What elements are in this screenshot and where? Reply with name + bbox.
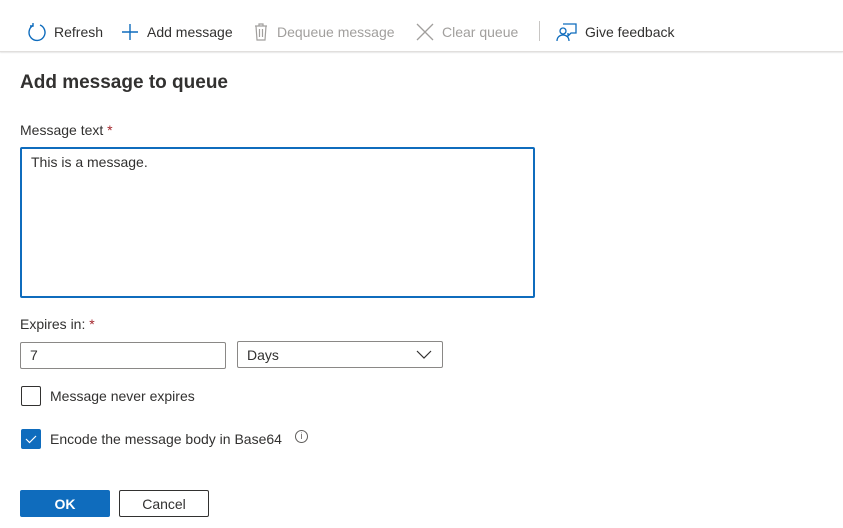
page-title: Add message to queue (20, 72, 228, 93)
unit-value: Days (247, 347, 279, 363)
message-text-input[interactable]: This is a message. (20, 147, 535, 298)
clear-queue-label: Clear queue (442, 24, 519, 40)
expires-value: 7 (30, 347, 38, 363)
base64-label: Encode the message body in Base64 (50, 431, 282, 447)
label-text: Message text (20, 122, 104, 138)
feedback-icon (556, 23, 577, 42)
base64-checkbox[interactable] (21, 429, 41, 449)
ok-button[interactable]: OK (20, 490, 110, 517)
add-message-label: Add message (147, 24, 233, 40)
never-expires-checkbox[interactable] (21, 386, 41, 406)
chevron-down-icon (416, 350, 432, 359)
give-feedback-button[interactable]: Give feedback (556, 20, 675, 44)
checkmark-icon (25, 435, 37, 444)
expires-in-input[interactable]: 7 (20, 342, 226, 369)
close-icon (416, 23, 434, 41)
refresh-label: Refresh (54, 24, 104, 40)
required-mark: * (107, 122, 113, 138)
feedback-label: Give feedback (585, 24, 675, 40)
refresh-icon (28, 23, 46, 42)
dequeue-message-button[interactable]: Dequeue message (252, 20, 395, 44)
clear-queue-button[interactable]: Clear queue (415, 20, 518, 44)
message-text-label: Message text * (20, 122, 113, 138)
expires-unit-dropdown[interactable]: Days (237, 341, 443, 368)
refresh-button[interactable]: Refresh (27, 20, 103, 44)
add-message-button[interactable]: Add message (120, 20, 233, 44)
toolbar-divider (539, 21, 540, 41)
never-expires-label: Message never expires (50, 388, 195, 404)
label-text: Expires in: (20, 316, 86, 332)
expires-in-label: Expires in: * (20, 316, 95, 332)
plus-icon (122, 24, 138, 40)
trash-icon (255, 23, 267, 41)
required-mark: * (89, 316, 95, 332)
cancel-button[interactable]: Cancel (119, 490, 209, 517)
dequeue-label: Dequeue message (277, 24, 395, 40)
command-bar: Refresh Add message Dequeue message Clea… (0, 0, 843, 52)
info-icon[interactable]: i (295, 430, 308, 443)
